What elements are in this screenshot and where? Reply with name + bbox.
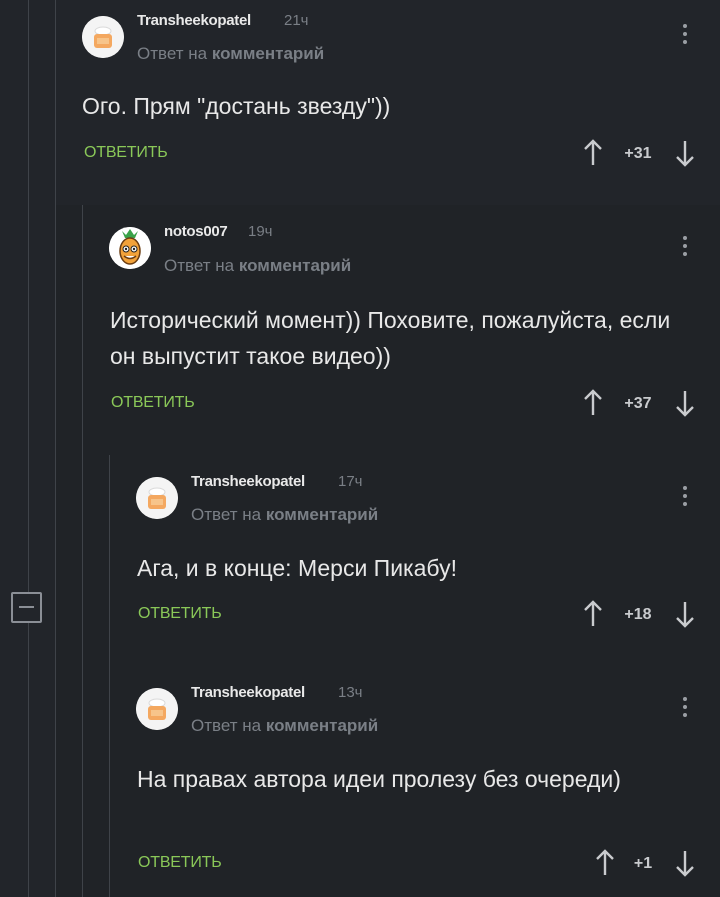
downvote-arrow-icon[interactable] [675, 139, 695, 167]
chef-avatar[interactable] [82, 16, 124, 58]
comment-author[interactable]: Transheekopatel [191, 684, 305, 701]
comment-time: 13ч [338, 684, 363, 701]
chef-avatar-image [82, 16, 124, 58]
upvote-arrow-icon[interactable] [583, 389, 603, 417]
reply-to-link[interactable]: комментарий [212, 44, 324, 63]
downvote-arrow-icon[interactable] [675, 600, 695, 628]
chef-avatar[interactable] [136, 688, 178, 730]
reply-to-label: Ответ на комментарий [137, 44, 324, 64]
reply-to-prefix: Ответ на [191, 505, 262, 524]
comment: Transheekopatel 17ч Ответ на комментарий… [0, 455, 720, 655]
chef-avatar-image [136, 688, 178, 730]
rating-value: +18 [624, 606, 652, 623]
reply-to-prefix: Ответ на [191, 716, 262, 735]
comment-text: Исторический момент)) Поховите, пожалуйс… [110, 307, 671, 369]
comment-author[interactable]: Transheekopatel [137, 12, 251, 29]
more-options-icon[interactable] [680, 694, 690, 720]
comment-time: 19ч [248, 223, 273, 240]
reply-to-label: Ответ на комментарий [164, 256, 351, 276]
comment-text: Ага, и в конце: Мерси Пикабу! [137, 555, 457, 581]
downvote-arrow-icon[interactable] [675, 389, 695, 417]
downvote-arrow-icon[interactable] [675, 849, 695, 877]
comment-author[interactable]: Transheekopatel [191, 473, 305, 490]
more-options-icon[interactable] [680, 233, 690, 259]
pineapple-avatar[interactable] [109, 227, 151, 269]
comment: Transheekopatel 21ч Ответ на комментарий… [0, 0, 720, 190]
comment-time: 21ч [284, 12, 309, 29]
reply-button[interactable]: ОТВЕТИТЬ [84, 144, 168, 162]
comment-time: 17ч [338, 473, 363, 490]
reply-to-label: Ответ на комментарий [191, 505, 378, 525]
comment: Transheekopatel 13ч Ответ на комментарий… [0, 667, 720, 897]
pineapple-avatar-image [109, 227, 151, 269]
reply-to-link[interactable]: комментарий [266, 716, 378, 735]
chef-avatar[interactable] [136, 477, 178, 519]
reply-to-prefix: Ответ на [164, 256, 235, 275]
reply-to-link[interactable]: комментарий [239, 256, 351, 275]
reply-to-prefix: Ответ на [137, 44, 208, 63]
chef-avatar-image [136, 477, 178, 519]
comment-text: На правах автора идеи пролезу без очеред… [137, 766, 621, 792]
reply-to-link[interactable]: комментарий [266, 505, 378, 524]
upvote-arrow-icon[interactable] [595, 849, 615, 877]
reply-button[interactable]: ОТВЕТИТЬ [111, 394, 195, 412]
reply-to-label: Ответ на комментарий [191, 716, 378, 736]
rating-value: +1 [633, 855, 653, 872]
reply-button[interactable]: ОТВЕТИТЬ [138, 854, 222, 872]
comment: notos007 19ч Ответ на комментарий Истори… [0, 205, 720, 445]
more-options-icon[interactable] [680, 21, 690, 47]
rating-value: +37 [624, 395, 652, 412]
comment-author[interactable]: notos007 [164, 223, 228, 240]
reply-button[interactable]: ОТВЕТИТЬ [138, 605, 222, 623]
upvote-arrow-icon[interactable] [583, 600, 603, 628]
upvote-arrow-icon[interactable] [583, 139, 603, 167]
rating-value: +31 [624, 145, 652, 162]
more-options-icon[interactable] [680, 483, 690, 509]
comment-text: Ого. Прям "достань звезду")) [82, 93, 391, 119]
